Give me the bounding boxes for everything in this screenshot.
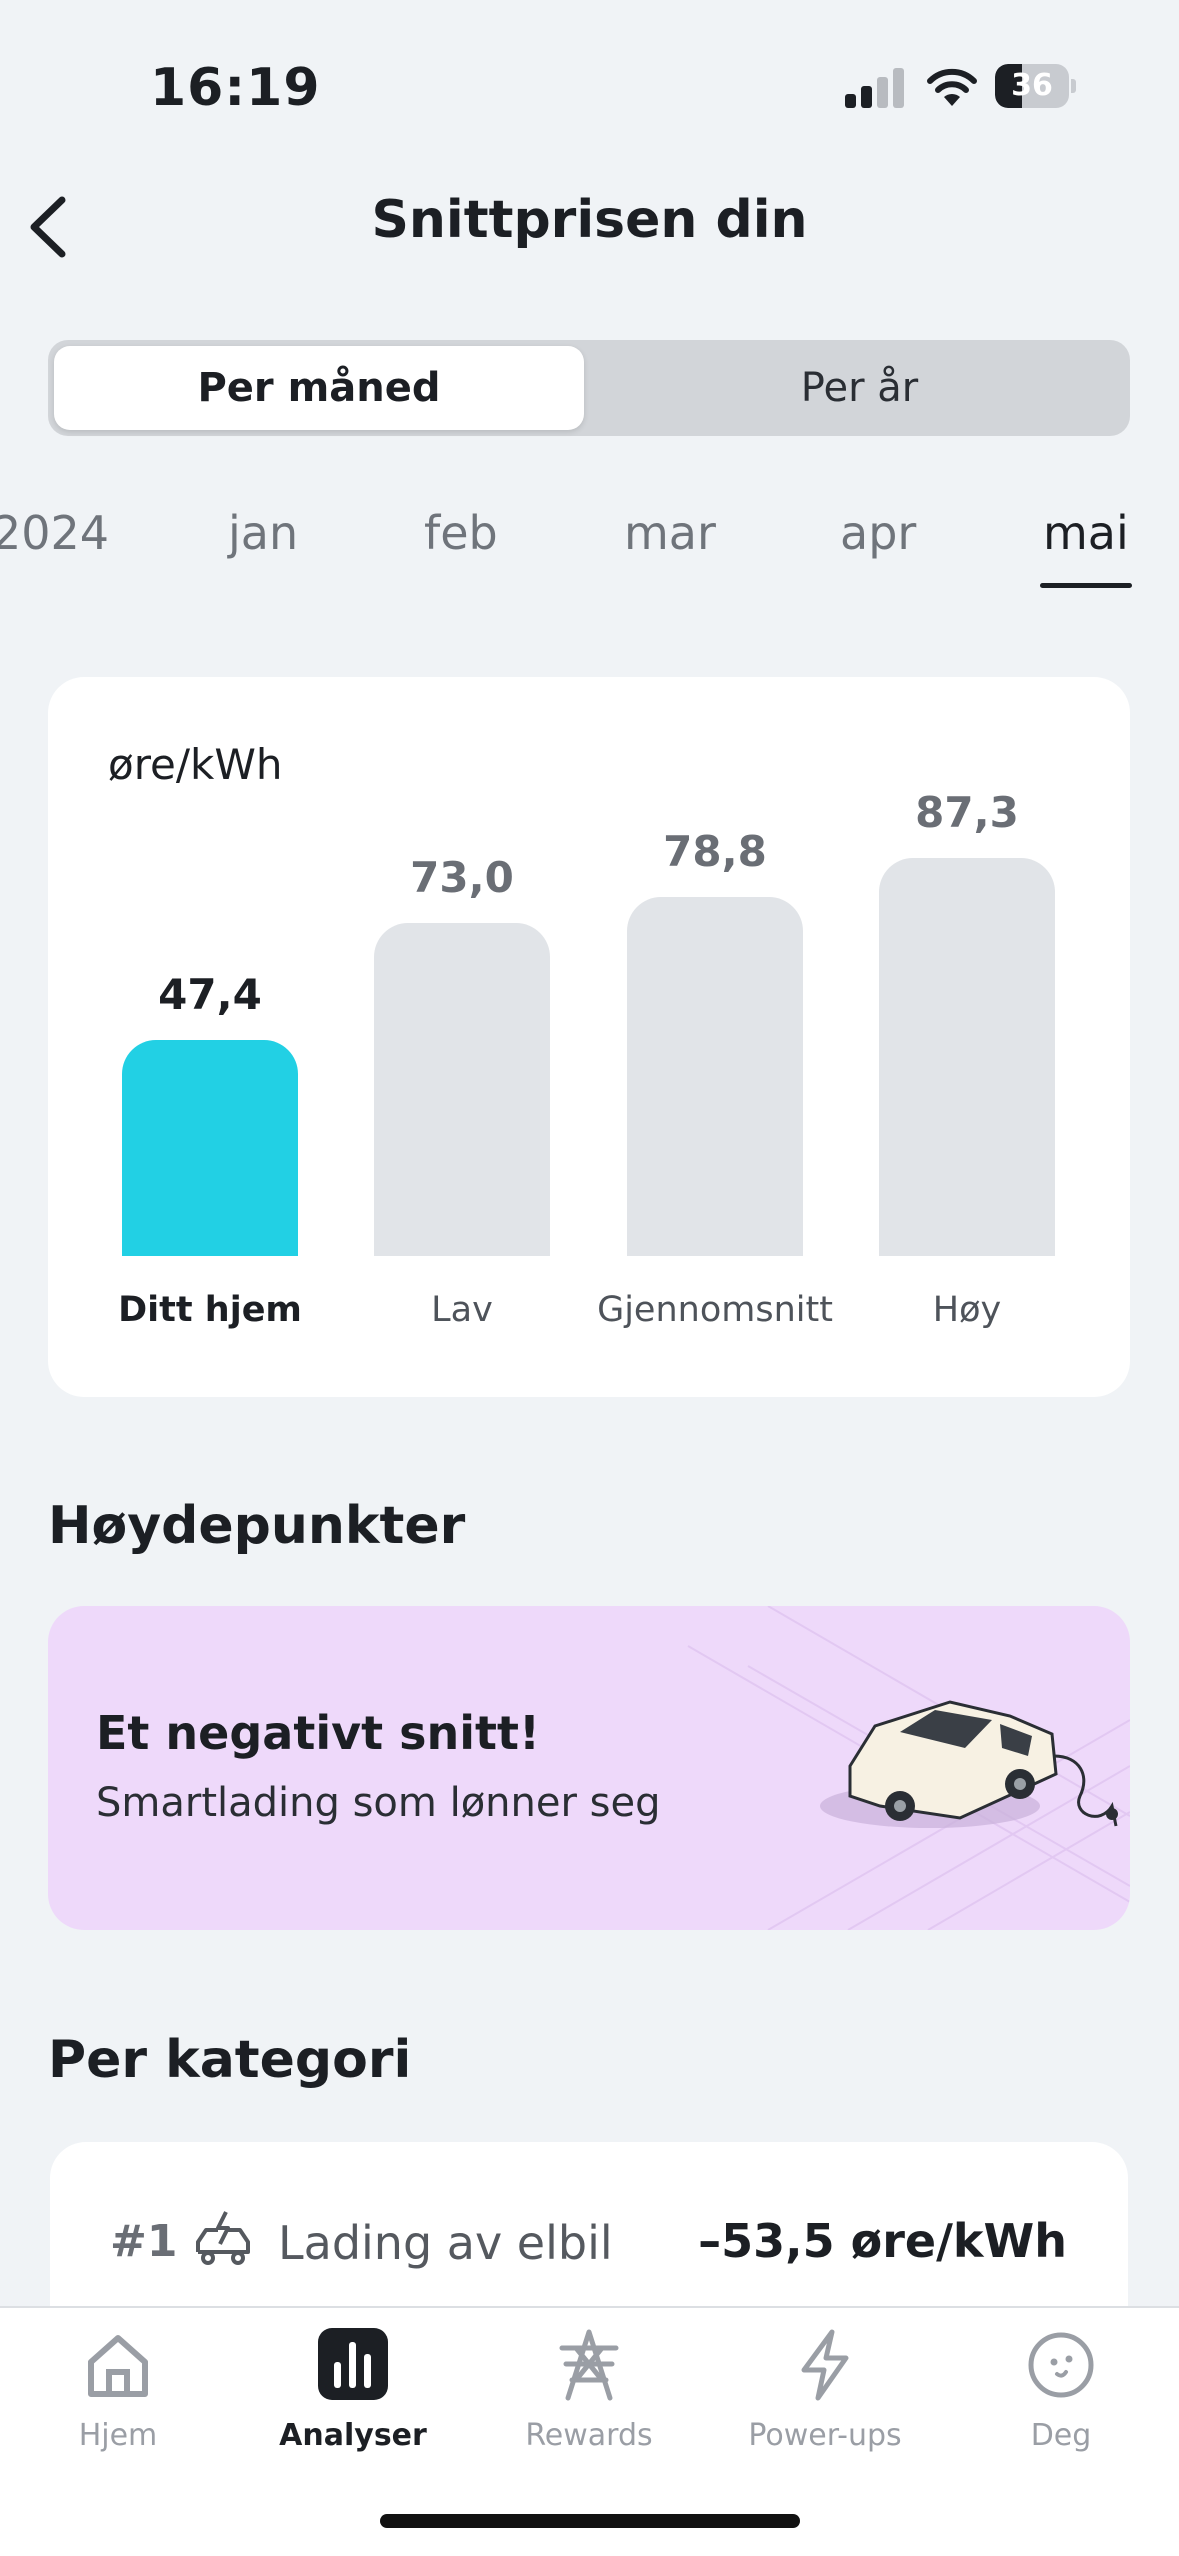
tab-deg[interactable]: Deg: [943, 2318, 1179, 2478]
battery-icon: 36: [995, 64, 1077, 108]
chart-unit-label: øre/kWh: [108, 740, 283, 789]
highlight-subtitle: Smartlading som lønner seg: [96, 1780, 661, 1826]
segment-per-year[interactable]: Per år: [589, 340, 1130, 436]
tab-label: Hjem: [78, 2418, 158, 2453]
month-feb[interactable]: feb: [424, 506, 498, 560]
bar-høy: [879, 858, 1055, 1256]
power-tower-icon: [559, 2329, 619, 2401]
month-apr[interactable]: apr: [840, 506, 916, 560]
bar-value-label: 87,3: [915, 788, 1019, 837]
month-selected-underline: [1040, 583, 1132, 588]
category-title: Per kategori: [48, 2030, 412, 2090]
home-indicator: [380, 2514, 800, 2528]
battery-level: 36: [1011, 68, 1053, 103]
tab-analyser[interactable]: Analyser: [235, 2318, 471, 2478]
tab-power-ups[interactable]: Power-ups: [707, 2318, 943, 2478]
electric-car-illustration: [820, 1700, 1118, 1828]
tab-label: Deg: [1030, 2418, 1092, 2453]
car-charging-icon: [196, 2211, 250, 2265]
bar-category-label: Gjennomsnitt: [597, 1290, 833, 1330]
wifi-icon: [927, 68, 977, 106]
tab-hjem[interactable]: Hjem: [0, 2318, 236, 2478]
home-icon: [88, 2335, 148, 2397]
tab-label: Rewards: [525, 2418, 653, 2453]
highlight-title: Et negativt snitt!: [96, 1706, 540, 1760]
bar-value-label: 73,0: [410, 853, 514, 902]
tab-label: Power-ups: [748, 2418, 902, 2453]
bar-value-label: 78,8: [663, 827, 767, 876]
month-mai[interactable]: mai: [1043, 506, 1129, 560]
bar-ditt-hjem: [122, 1040, 298, 1256]
bar-gjennomsnitt: [627, 897, 803, 1256]
status-time: 16:19: [150, 58, 321, 118]
bar-category-label: Høy: [932, 1290, 1002, 1330]
tab-label: Analyser: [279, 2418, 427, 2453]
category-rank: #1: [110, 2216, 178, 2267]
bar-category-label: Lav: [431, 1290, 493, 1330]
highlights-title: Høydepunkter: [48, 1496, 466, 1556]
period-segmented-control: Per måned Per år: [48, 340, 1130, 436]
face-icon: [1028, 2332, 1094, 2398]
month-2024[interactable]: 2024: [0, 506, 109, 560]
analytics-icon: [318, 2328, 388, 2400]
month-mar[interactable]: mar: [624, 506, 716, 560]
bar-category-label: Ditt hjem: [118, 1290, 302, 1330]
tab-rewards[interactable]: Rewards: [471, 2318, 707, 2478]
bar-lav: [374, 923, 550, 1256]
page-title: Snittprisen din: [371, 190, 808, 250]
cellular-signal-icon: [845, 68, 905, 108]
lightning-icon: [801, 2329, 849, 2401]
category-value: –53,5 øre/kWh: [698, 2214, 1067, 2268]
segment-per-month[interactable]: Per måned: [54, 340, 584, 436]
category-name: Lading av elbil: [278, 2216, 613, 2270]
month-jan[interactable]: jan: [228, 506, 298, 560]
bar-value-label: 47,4: [158, 970, 262, 1019]
